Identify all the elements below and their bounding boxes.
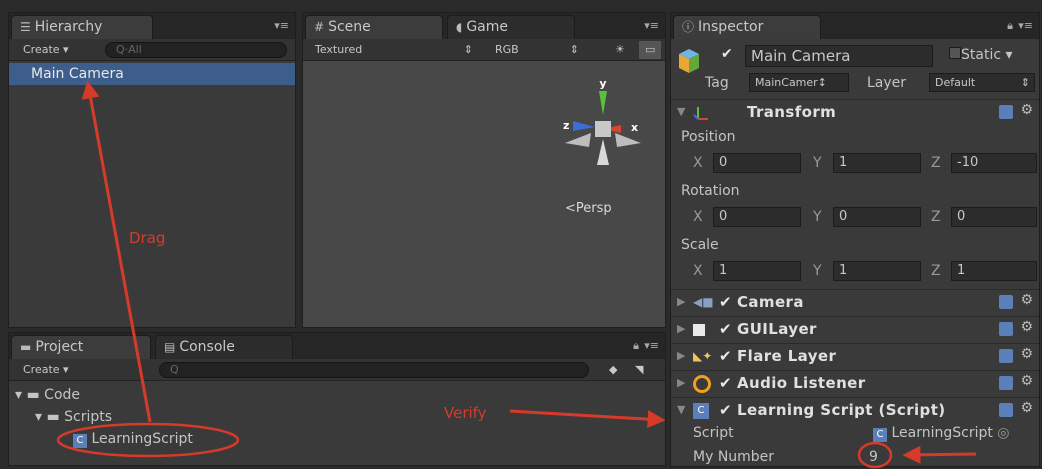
verify-arrow [509,409,666,429]
drag-annotation: Drag [129,229,166,247]
drag-arrow [81,80,152,423]
my-number-arrow [902,445,977,464]
my-number-highlight-ellipse [857,441,893,469]
verify-annotation: Verify [444,404,487,422]
learningscript-highlight-ellipse [56,422,240,458]
